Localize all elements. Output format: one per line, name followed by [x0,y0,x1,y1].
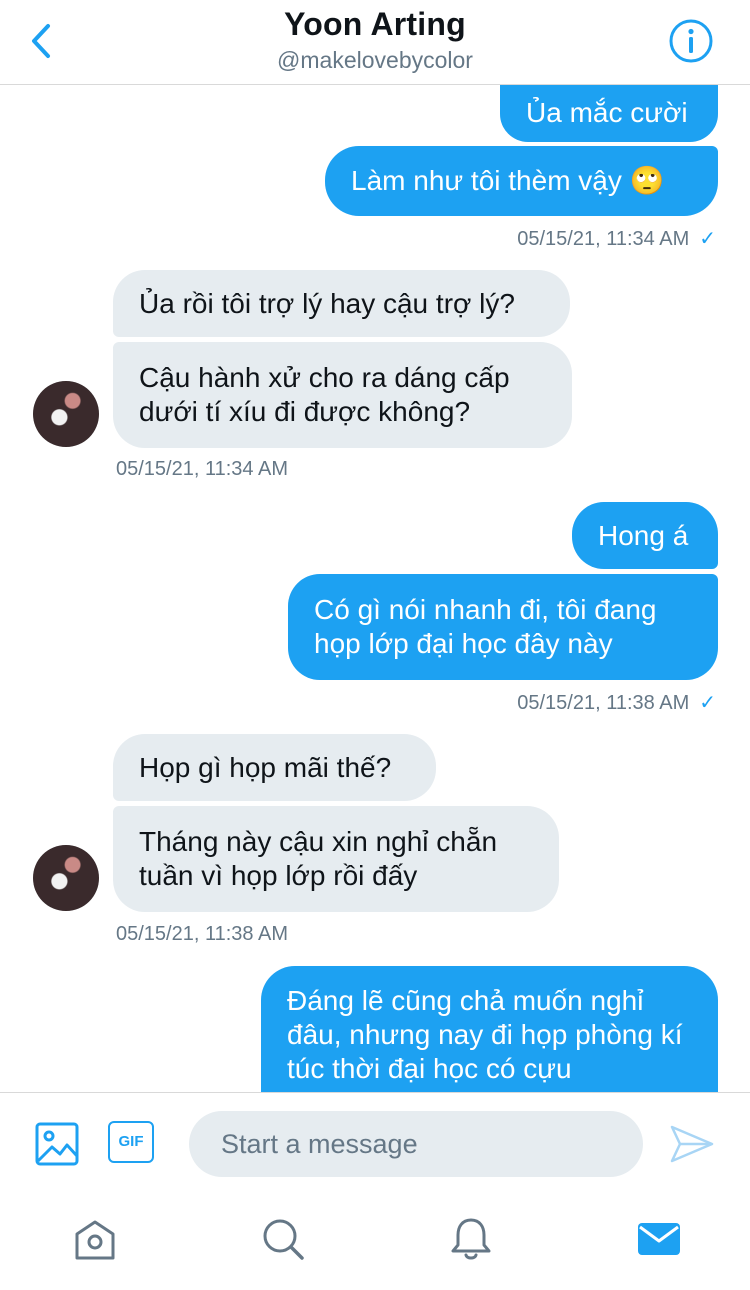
message-bubble-outgoing[interactable]: Làm như tôi thèm vậy 🙄 [325,146,718,216]
message-bubble-incoming[interactable]: Ủa rồi tôi trợ lý hay cậu trợ lý? [113,270,570,337]
search-icon[interactable] [258,1214,308,1264]
message-bubble-outgoing[interactable]: Hong á [572,502,718,569]
gif-button[interactable]: GIF [108,1121,154,1163]
conversation-header: Yoon Arting @makelovebycolor [0,0,750,85]
read-check-icon: ✓ [699,228,716,250]
message-bubble-outgoing[interactable]: Ủa mắc cười [500,84,718,142]
read-check-icon: ✓ [699,692,716,714]
message-bubble-outgoing[interactable]: Có gì nói nhanh đi, tôi đang họp lớp đại… [288,574,718,680]
info-icon[interactable] [668,18,714,64]
message-thread[interactable]: Ủa mắc cười Làm như tôi thèm vậy 🙄 05/15… [0,84,750,1092]
message-bubble-incoming[interactable]: Cậu hành xử cho ra dáng cấp dưới tí xíu … [113,342,572,448]
send-icon[interactable] [668,1121,716,1167]
envelope-icon[interactable] [634,1214,684,1264]
message-bubble-outgoing[interactable]: Đáng lẽ cũng chả muốn nghỉ đâu, nhưng na… [261,966,718,1092]
sender-avatar[interactable] [33,381,99,447]
message-timestamp: 05/15/21, 11:38 AM [116,923,288,945]
message-bubble-incoming[interactable]: Tháng này cậu xin nghỉ chẵn tuần vì họp … [113,806,559,912]
sender-avatar[interactable] [33,845,99,911]
message-timestamp: 05/15/21, 11:38 AM ✓ [517,692,716,714]
message-timestamp: 05/15/21, 11:34 AM ✓ [517,228,716,250]
message-timestamp: 05/15/21, 11:34 AM [116,458,288,480]
conversation-handle: @makelovebycolor [277,47,473,73]
bottom-tab-bar [0,1192,750,1290]
message-bubble-incoming[interactable]: Họp gì họp mãi thế? [113,734,436,801]
home-icon[interactable] [70,1214,120,1264]
conversation-title[interactable]: Yoon Arting [0,6,750,43]
message-input[interactable] [189,1111,643,1177]
bell-icon[interactable] [446,1214,496,1264]
image-icon[interactable] [34,1121,80,1167]
message-composer: GIF [0,1092,750,1193]
